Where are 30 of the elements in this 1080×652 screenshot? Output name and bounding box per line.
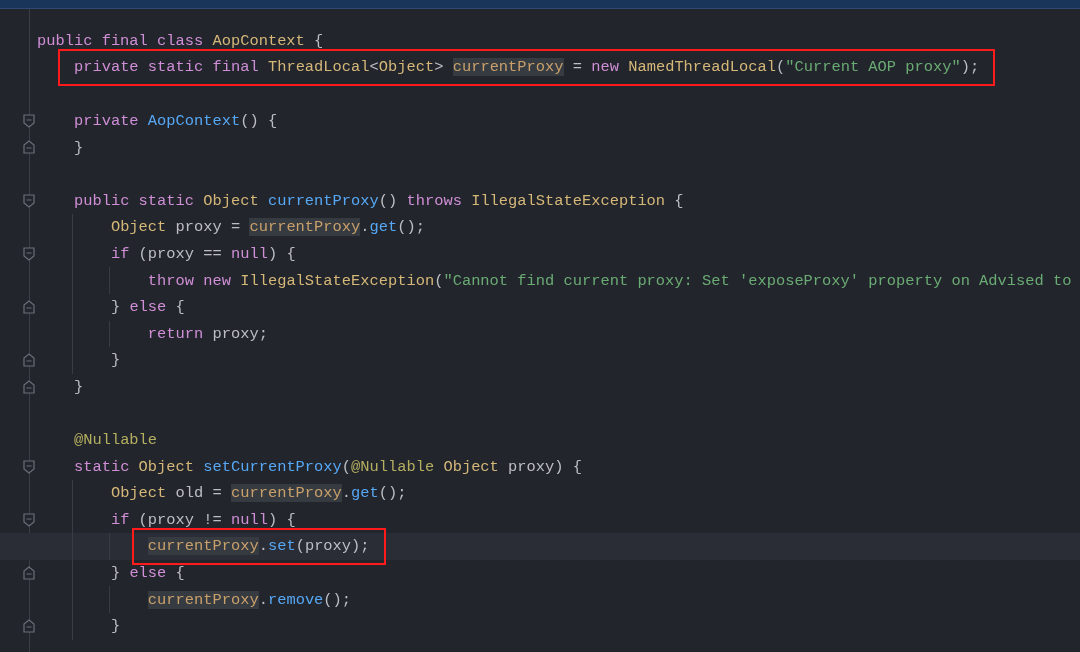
code-line: Object proxy = currentProxy.get();: [110, 217, 425, 239]
code-line: } else {: [110, 563, 185, 585]
fold-icon[interactable]: [23, 299, 35, 314]
fold-icon[interactable]: [23, 459, 35, 474]
code-line: if (proxy == null) {: [110, 244, 296, 266]
fold-icon[interactable]: [23, 140, 35, 155]
code-line: Object old = currentProxy.get();: [110, 483, 407, 505]
code-line: private static final ThreadLocal<Object> currentProxy = new NamedThreadLocal("Current AOP proxy");: [73, 58, 980, 77]
code-line: throw new IllegalStateException("Cannot find current proxy: Set 'exposeProxy' property on Advised to: [147, 270, 1072, 292]
code-line: } else {: [110, 297, 185, 319]
fold-icon[interactable]: [23, 113, 35, 128]
code-line: private AopContext() {: [73, 111, 278, 133]
code-line: public static Object currentProxy() throws IllegalStateException {: [73, 190, 684, 212]
fold-icon[interactable]: [23, 379, 35, 394]
fold-icon[interactable]: [23, 246, 35, 261]
code-line: }: [73, 137, 84, 159]
code-line: }: [73, 377, 84, 398]
fold-icon[interactable]: [23, 619, 35, 634]
code-line: currentProxy.remove();: [147, 589, 352, 611]
code-line: public final class AopContext {: [37, 31, 324, 53]
code-line: }: [110, 616, 121, 638]
fold-icon[interactable]: [23, 565, 35, 580]
code-line: }: [110, 350, 121, 372]
code-line: static Object setCurrentProxy(@Nullable Object proxy) {: [73, 456, 582, 478]
code-line: @Nullable: [73, 430, 158, 452]
fold-icon[interactable]: [23, 353, 35, 368]
fold-icon[interactable]: [23, 512, 35, 527]
code-line: if (proxy != null) {: [110, 510, 296, 531]
code-line: return proxy;: [147, 323, 268, 345]
fold-icon[interactable]: [23, 193, 35, 208]
